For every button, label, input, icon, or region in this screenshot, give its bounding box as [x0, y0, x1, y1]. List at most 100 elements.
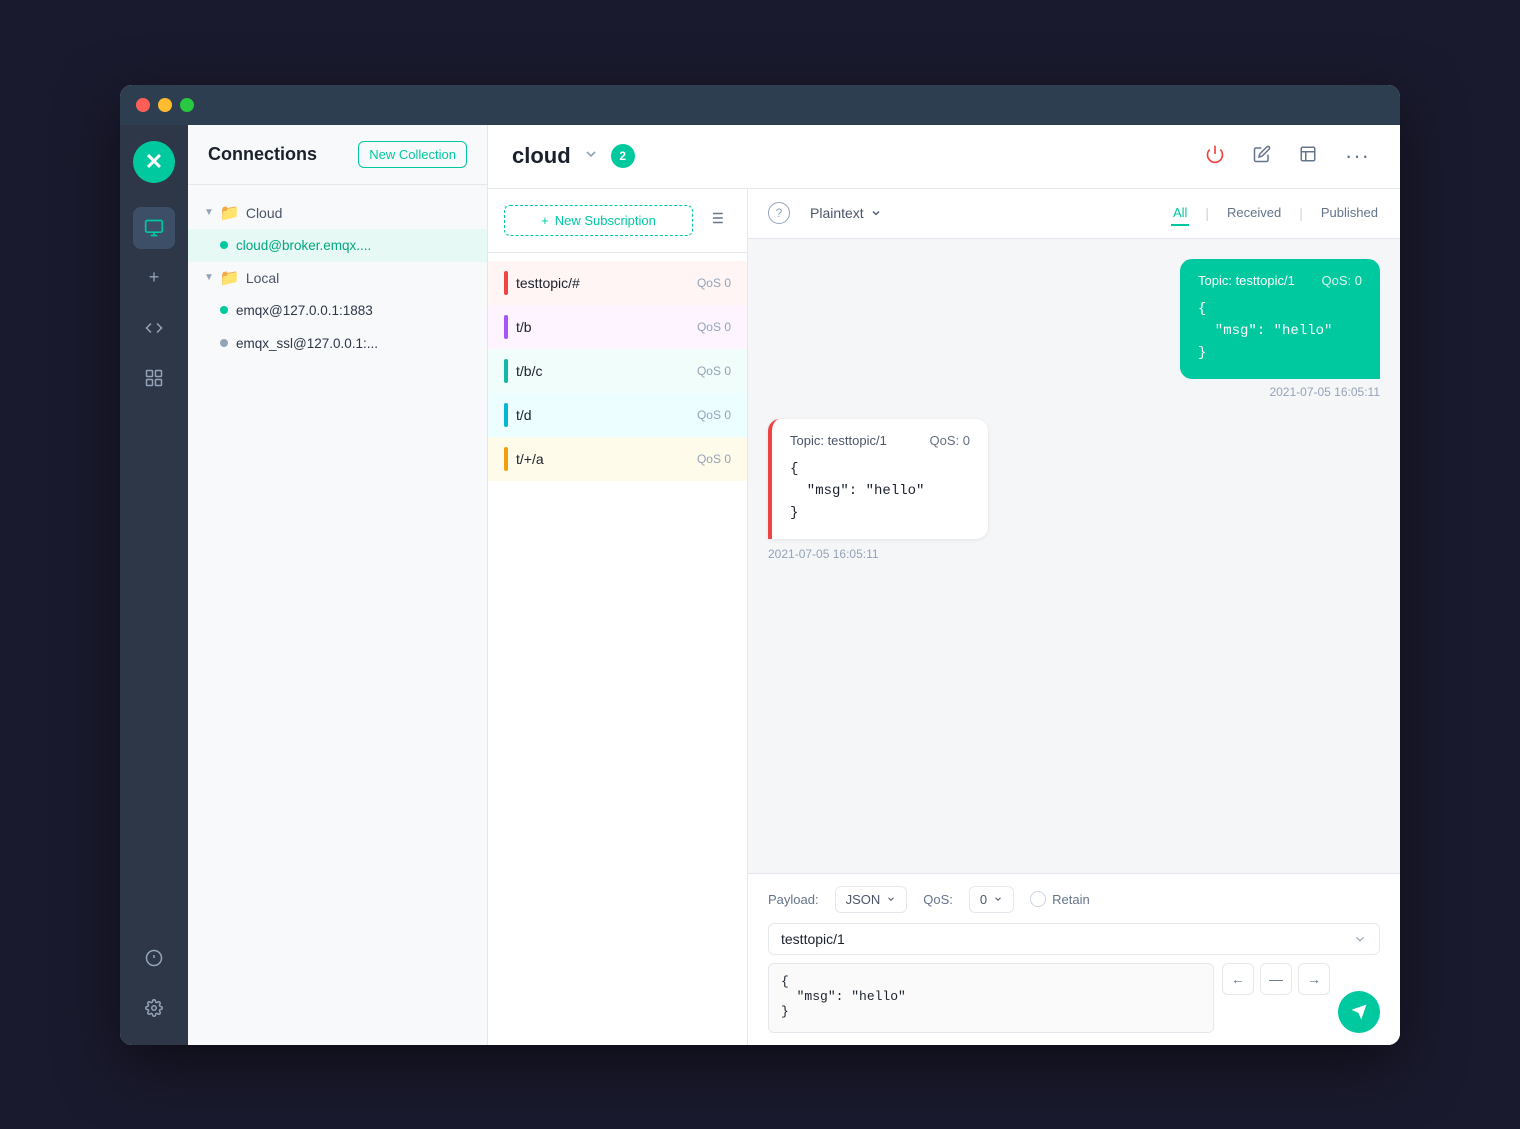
sub-qos-2: QoS 0 [697, 320, 731, 334]
filter-tab-published[interactable]: Published [1319, 201, 1380, 226]
messages-area: ? Plaintext All | Received | Published [748, 189, 1400, 1045]
filter-tab-all[interactable]: All [1171, 201, 1189, 226]
connection-item-cloud1[interactable]: cloud@broker.emqx.... [188, 229, 487, 262]
new-collection-button[interactable]: New Collection [358, 141, 467, 168]
retain-checkbox[interactable] [1030, 891, 1046, 907]
status-dot-green [220, 241, 228, 249]
connections-title: Connections [208, 144, 317, 165]
filter-tab-received[interactable]: Received [1225, 201, 1283, 226]
maximize-button[interactable] [180, 98, 194, 112]
subscription-list: testtopic/# QoS 0 t/b QoS 0 [488, 253, 747, 1045]
publish-bar: Payload: JSON QoS: 0 [748, 873, 1400, 1045]
subscription-item-5[interactable]: t/+/a QoS 0 [488, 437, 747, 481]
subscriptions-panel: + New Subscription testtopic/# [488, 189, 748, 1045]
send-icon [1350, 1003, 1368, 1021]
nav-info-button[interactable] [133, 937, 175, 979]
connection-chevron-icon[interactable] [583, 146, 599, 167]
send-button[interactable] [1338, 991, 1380, 1033]
payload-actions: ← — → [1222, 963, 1330, 1033]
new-window-button[interactable] [1293, 139, 1323, 174]
sub-qos-5: QoS 0 [697, 452, 731, 466]
payload-area: { "msg": "hello" } ← — → [768, 963, 1380, 1033]
payload-prev-button[interactable]: ← [1222, 963, 1254, 995]
active-connection-name: cloud [512, 143, 571, 169]
msg-qos-received-1: QoS: 0 [930, 433, 970, 448]
msg-topic-received-1: Topic: testtopic/1 [790, 433, 887, 448]
sub-topic-1: testtopic/# [516, 275, 580, 291]
payload-label: Payload: [768, 892, 819, 907]
cloud-group-arrow: ▼ [204, 207, 214, 218]
nav-add-button[interactable]: + [133, 257, 175, 299]
subscriptions-header: + New Subscription [488, 189, 747, 253]
connection-label-local1: emqx@127.0.0.1:1883 [236, 303, 373, 318]
new-subscription-button[interactable]: + New Subscription [504, 205, 693, 236]
subscription-item-4[interactable]: t/d QoS 0 [488, 393, 747, 437]
main-topbar: cloud 2 ··· [488, 125, 1400, 189]
msg-time-sent-1: 2021-07-05 16:05:11 [1180, 385, 1380, 399]
retain-label: Retain [1052, 892, 1090, 907]
cloud-folder-icon: 📁 [220, 203, 240, 223]
sub-color-bar-2 [504, 315, 508, 339]
qos-select[interactable]: 0 [969, 886, 1014, 913]
more-button[interactable]: ··· [1339, 137, 1376, 175]
content-split: + New Subscription testtopic/# [488, 189, 1400, 1045]
messages-toolbar: ? Plaintext All | Received | Published [748, 189, 1400, 239]
topic-chevron-icon [1353, 932, 1367, 946]
connection-label-local2: emqx_ssl@127.0.0.1:... [236, 336, 378, 351]
sub-topic-5: t/+/a [516, 451, 544, 467]
main-area: cloud 2 ··· [488, 125, 1400, 1045]
traffic-lights [136, 98, 194, 112]
nav-connections-button[interactable] [133, 207, 175, 249]
subscription-filter-button[interactable] [701, 203, 731, 238]
subscription-item-3[interactable]: t/b/c QoS 0 [488, 349, 747, 393]
subscription-item-2[interactable]: t/b QoS 0 [488, 305, 747, 349]
status-dot-local1 [220, 306, 228, 314]
retain-option[interactable]: Retain [1030, 891, 1090, 907]
payload-format-value: JSON [846, 892, 881, 907]
payload-clear-button[interactable]: — [1260, 963, 1292, 995]
format-selector[interactable]: Plaintext [802, 201, 890, 225]
messages-list: Topic: testtopic/1 QoS: 0 { "msg": "hell… [748, 239, 1400, 873]
format-label: Plaintext [810, 205, 864, 221]
topic-bar [768, 923, 1380, 955]
msg-topic-sent-1: Topic: testtopic/1 [1198, 273, 1295, 288]
sub-topic-2: t/b [516, 319, 532, 335]
app-body: ✕ + Connections [120, 125, 1400, 1045]
connection-item-local1[interactable]: emqx@127.0.0.1:1883 [188, 294, 487, 327]
message-item-sent-1: Topic: testtopic/1 QoS: 0 { "msg": "hell… [768, 259, 1380, 399]
payload-textarea[interactable]: { "msg": "hello" } [768, 963, 1214, 1033]
nav-script-button[interactable] [133, 307, 175, 349]
nav-log-button[interactable] [133, 357, 175, 399]
connection-item-local2[interactable]: emqx_ssl@127.0.0.1:... [188, 327, 487, 360]
sub-qos-4: QoS 0 [697, 408, 731, 422]
payload-next-button[interactable]: → [1298, 963, 1330, 995]
status-dot-local2 [220, 339, 228, 347]
help-icon[interactable]: ? [768, 202, 790, 224]
sub-color-bar-4 [504, 403, 508, 427]
group-cloud-header[interactable]: ▼ 📁 Cloud [188, 197, 487, 229]
cloud-group-label: Cloud [246, 205, 283, 221]
local-group-arrow: ▼ [204, 272, 214, 283]
nav-sidebar: ✕ + [120, 125, 188, 1045]
message-filter-tabs: All | Received | Published [1171, 201, 1380, 226]
group-local-header[interactable]: ▼ 📁 Local [188, 262, 487, 294]
qos-label: QoS: [923, 892, 953, 907]
edit-button[interactable] [1247, 139, 1277, 174]
topbar-actions: ··· [1199, 137, 1376, 175]
nav-settings-button[interactable] [133, 987, 175, 1029]
sub-topic-4: t/d [516, 407, 532, 423]
close-button[interactable] [136, 98, 150, 112]
power-button[interactable] [1199, 138, 1231, 175]
payload-format-select[interactable]: JSON [835, 886, 908, 913]
sub-topic-3: t/b/c [516, 363, 542, 379]
connection-label-cloud1: cloud@broker.emqx.... [236, 238, 371, 253]
subscription-item-1[interactable]: testtopic/# QoS 0 [488, 261, 747, 305]
msg-body-sent-1: { "msg": "hello" } [1198, 298, 1362, 365]
topic-input[interactable] [781, 931, 1353, 947]
minimize-button[interactable] [158, 98, 172, 112]
sub-color-bar-3 [504, 359, 508, 383]
msg-header-sent-1: Topic: testtopic/1 QoS: 0 [1198, 273, 1362, 288]
app-logo[interactable]: ✕ [133, 141, 175, 183]
titlebar [120, 85, 1400, 125]
message-bubble-sent-1: Topic: testtopic/1 QoS: 0 { "msg": "hell… [1180, 259, 1380, 379]
